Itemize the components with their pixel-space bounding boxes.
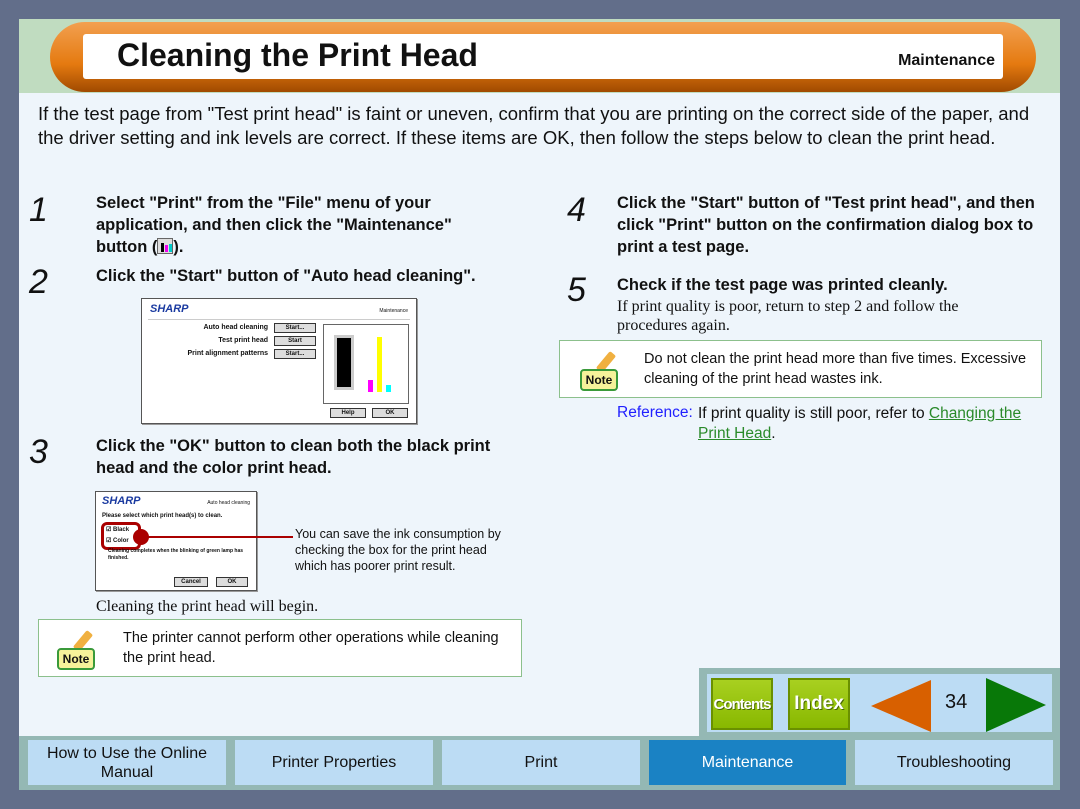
step-4-text: Click the "Start" button of "Test print … [617, 194, 1035, 256]
previous-page-arrow-icon[interactable] [871, 680, 931, 732]
note-box: Note Do not clean the print head more th… [559, 340, 1042, 398]
step-3-result: Cleaning the print head will begin. [96, 598, 319, 615]
page-number: 34 [945, 691, 968, 713]
footer-nav: How to Use the Online Manual Printer Pro… [19, 736, 1060, 790]
page-title: Cleaning the Print Head [117, 37, 478, 73]
reference-label: Reference: [617, 404, 693, 421]
tab-how-to-use[interactable]: How to Use the Online Manual [28, 740, 226, 785]
step-number: 3 [29, 433, 48, 471]
step-5-detail: If print quality is poor, return to step… [617, 298, 959, 334]
intro-text: If the test page from "Test print head" … [38, 103, 1030, 148]
section-label: Maintenance [898, 52, 995, 69]
tab-maintenance[interactable]: Maintenance [649, 740, 846, 785]
note-box: Note The printer cannot perform other op… [38, 619, 522, 677]
callout-text: You can save the ink consumption by chec… [295, 527, 501, 573]
step-number: 1 [29, 191, 48, 229]
tab-troubleshooting[interactable]: Troubleshooting [855, 740, 1053, 785]
ink-cartridge-image [323, 324, 409, 404]
reference-text: If print quality is still poor, refer to… [698, 405, 1022, 442]
step-3-text: Click the "OK" button to clean both the … [96, 437, 491, 477]
maintenance-icon [157, 238, 174, 254]
step-1-text: Select "Print" from the "File" menu of y… [96, 194, 452, 256]
auto-head-cleaning-start[interactable]: Start... [274, 323, 316, 333]
title-box: Cleaning the Print Head Maintenance [83, 34, 1003, 79]
header-band: Cleaning the Print Head Maintenance [19, 19, 1060, 93]
alignment-start[interactable]: Start... [274, 349, 316, 359]
contents-button[interactable]: Contents [711, 678, 773, 730]
step-number: 4 [567, 191, 586, 229]
index-button[interactable]: Index [788, 678, 850, 730]
note-icon: Note [57, 648, 95, 670]
step-number: 2 [29, 263, 48, 301]
tab-print[interactable]: Print [442, 740, 640, 785]
navigation-panel: Contents Index 34 [699, 668, 1060, 736]
step-number: 5 [567, 271, 586, 309]
step-2-text: Click the "Start" button of "Auto head c… [96, 267, 476, 285]
ok-button[interactable]: OK [372, 408, 408, 418]
cancel-button[interactable]: Cancel [174, 577, 208, 587]
note-icon: Note [580, 369, 618, 391]
maintenance-dialog-screenshot: SHARP Maintenance Auto head cleaning Sta… [141, 298, 417, 424]
next-page-arrow-icon[interactable] [986, 678, 1046, 732]
test-print-head-start[interactable]: Start [274, 336, 316, 346]
auto-head-cleaning-dialog-screenshot: SHARP Auto head cleaning Please select w… [95, 491, 257, 591]
tab-printer-properties[interactable]: Printer Properties [235, 740, 433, 785]
manual-page: Cleaning the Print Head Maintenance If t… [19, 19, 1060, 790]
help-button[interactable]: Help [330, 408, 366, 418]
step-5-text: Check if the test page was printed clean… [617, 276, 948, 294]
step-text: Select "Print" from the "File" menu of y… [96, 194, 452, 256]
sharp-logo: SHARP [150, 303, 189, 315]
ok-button[interactable]: OK [216, 577, 248, 587]
